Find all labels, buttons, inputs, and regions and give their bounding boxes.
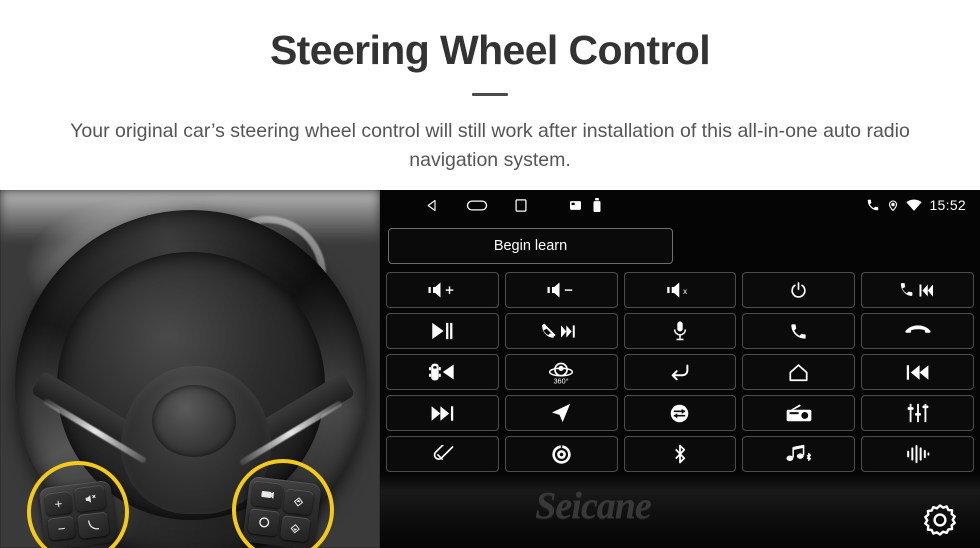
bluetooth-music-button[interactable] [742, 436, 856, 472]
photo-scene: 2 + − [0, 190, 380, 548]
phone-hangup-icon [904, 325, 931, 333]
microphone-icon [673, 321, 687, 341]
android-status-bar: 15:52 [380, 190, 980, 220]
home-button[interactable] [742, 354, 856, 390]
status-clock: 15:52 [929, 197, 966, 213]
svg-text:x: x [683, 287, 688, 296]
wifi-icon [906, 199, 923, 212]
brand-watermark: Seicane [535, 485, 651, 527]
camera-360-button[interactable]: 360° [504, 354, 618, 390]
hangup-next-button[interactable] [504, 313, 618, 349]
volume-down-button[interactable] [504, 272, 618, 308]
end-call-button[interactable] [861, 313, 974, 349]
next-track-icon [431, 405, 454, 421]
bluetooth-music-icon [786, 444, 811, 461]
camera-360-label: 360° [554, 376, 569, 385]
navigation-arrow-icon [552, 403, 571, 423]
back-triangle-icon[interactable] [425, 198, 440, 213]
steering-wheel-photo: 2 + − [0, 190, 380, 548]
phone-previous-icon [900, 282, 933, 296]
recents-square-icon[interactable] [514, 198, 528, 213]
radio-icon [786, 404, 812, 422]
voice-button[interactable] [861, 436, 974, 472]
previous-track-icon [906, 364, 928, 380]
previous-track-button[interactable] [861, 354, 974, 390]
home-icon [789, 363, 808, 381]
call-previous-button[interactable] [861, 272, 974, 308]
bluetooth-button[interactable] [623, 436, 737, 472]
play-pause-button[interactable] [386, 313, 499, 349]
function-button-grid: x 360° [386, 272, 974, 472]
plug-icon [433, 444, 454, 460]
answer-call-button[interactable] [742, 313, 856, 349]
page-root: Steering Wheel Control Your original car… [0, 0, 980, 548]
location-pin-icon [887, 198, 899, 213]
back-button[interactable] [623, 354, 737, 390]
volume-mute-icon: x [667, 282, 688, 298]
volume-up-button[interactable] [386, 272, 499, 308]
disc-button[interactable] [504, 436, 618, 472]
next-track-button[interactable] [386, 395, 499, 431]
radio-button[interactable] [742, 395, 856, 431]
gear-icon [924, 504, 956, 536]
content-row: 2 + − [0, 190, 980, 548]
airbag-emblem [152, 385, 236, 457]
equalizer-icon [907, 403, 929, 423]
car-sensor-icon [429, 363, 455, 381]
home-oval-icon[interactable] [466, 198, 488, 213]
aux-button[interactable] [386, 436, 499, 472]
equalizer-button[interactable] [861, 395, 974, 431]
begin-learn-button[interactable]: Begin learn [388, 228, 673, 264]
parking-sensor-button[interactable] [386, 354, 499, 390]
volume-down-icon [547, 282, 573, 298]
phone-icon [791, 323, 806, 339]
status-right-cluster: 15:52 [866, 190, 966, 220]
camera-360-icon: 360° [549, 362, 574, 385]
power-icon [791, 281, 806, 298]
mute-button[interactable]: x [623, 272, 737, 308]
navigation-button[interactable] [504, 395, 618, 431]
sdcard-icon [570, 200, 581, 210]
android-nav-buttons [425, 198, 601, 213]
disc-icon [552, 444, 571, 464]
power-button[interactable] [742, 272, 856, 308]
bluetooth-icon [675, 444, 686, 464]
title-divider [472, 93, 508, 96]
usb-icon [593, 198, 601, 212]
phone-icon [866, 198, 880, 212]
microphone-button[interactable] [623, 313, 737, 349]
source-switch-button[interactable] [623, 395, 737, 431]
header: Steering Wheel Control Your original car… [0, 0, 980, 190]
settings-button[interactable] [918, 498, 962, 542]
volume-up-icon [428, 282, 454, 298]
page-subtitle: Your original car’s steering wheel contr… [70, 120, 910, 172]
page-title: Steering Wheel Control [269, 27, 711, 73]
hangup-next-icon [542, 323, 575, 338]
back-arrow-icon [671, 364, 689, 381]
head-unit-screen: 15:52 Begin learn x 360° Seicane [380, 190, 980, 548]
voice-wave-icon [906, 444, 929, 464]
play-pause-icon [432, 322, 453, 340]
source-switch-icon [671, 404, 689, 422]
